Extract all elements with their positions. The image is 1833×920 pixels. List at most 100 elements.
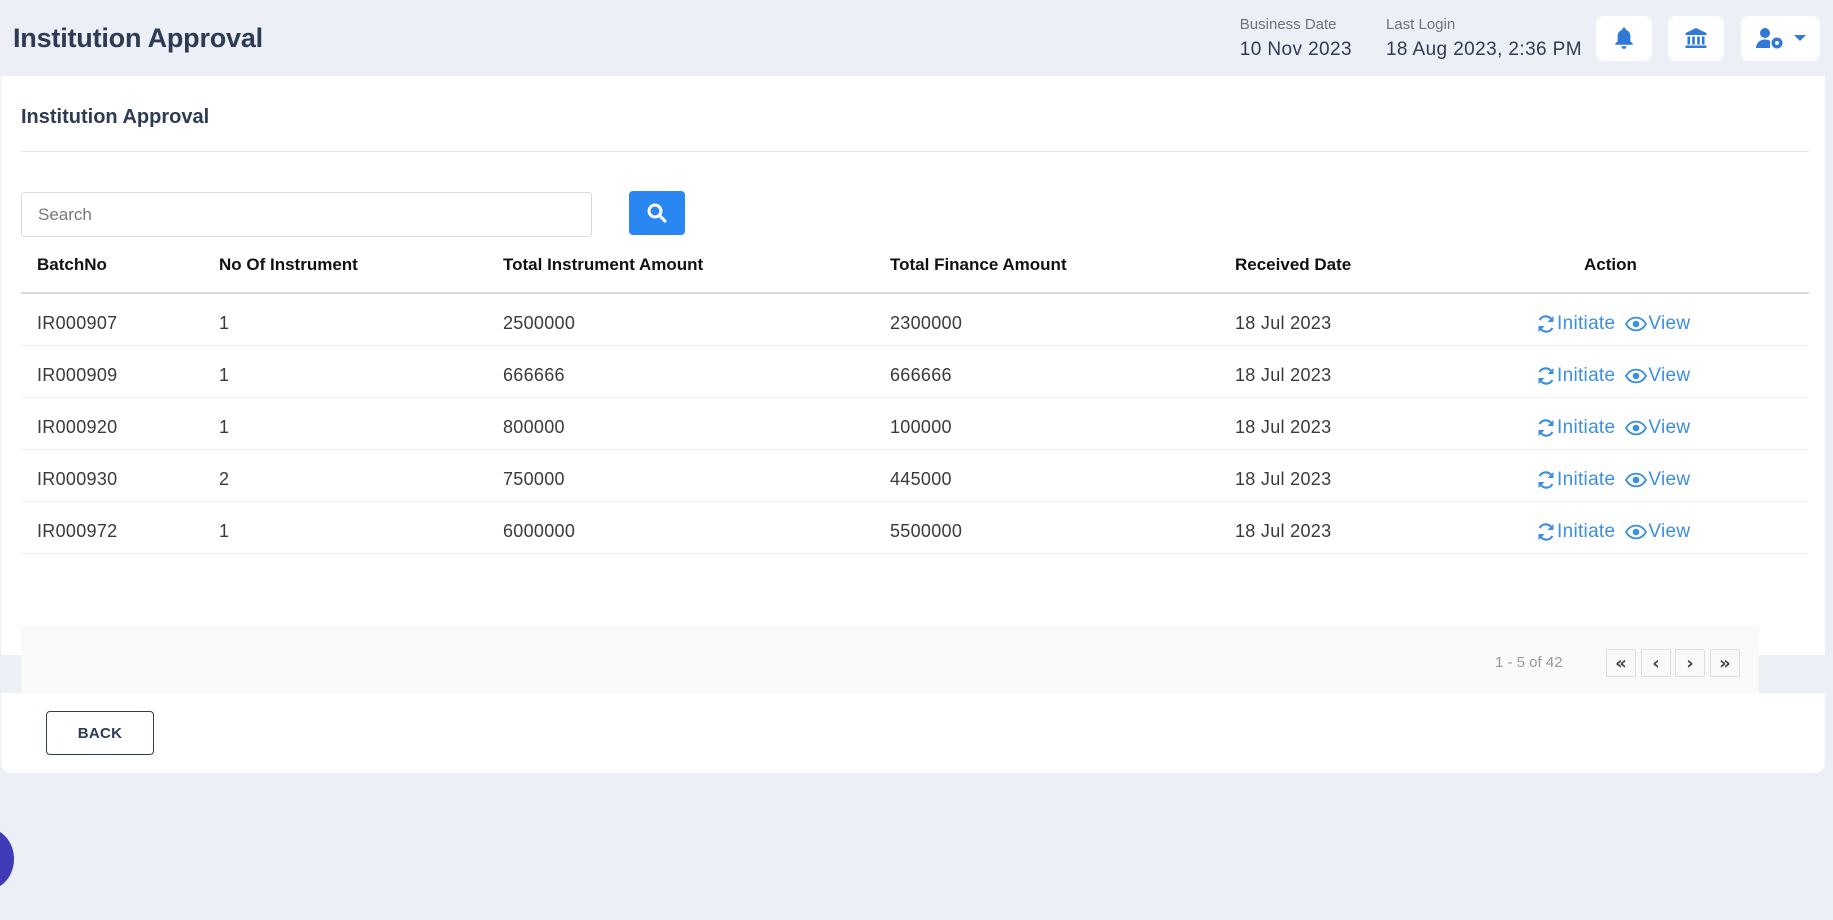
eye-icon	[1625, 472, 1648, 487]
top-bar: Institution Approval Business Date 10 No…	[0, 0, 1833, 76]
cell-finance-amount: 445000	[890, 469, 952, 489]
eye-icon	[1625, 316, 1648, 331]
refresh-icon	[1538, 418, 1554, 437]
view-link[interactable]: View	[1625, 521, 1690, 543]
eye-icon	[1625, 524, 1648, 539]
cell-action: Initiate View	[1536, 513, 1700, 543]
institution-button[interactable]	[1668, 15, 1724, 61]
user-settings-icon	[1755, 28, 1782, 49]
cell-count: 1	[219, 365, 230, 385]
view-label: View	[1648, 468, 1691, 490]
card-title: Institution Approval	[21, 106, 210, 128]
search-input[interactable]	[21, 192, 592, 237]
business-date-label: Business Date	[1239, 15, 1337, 33]
cell-action: Initiate View	[1536, 357, 1700, 387]
page-info: 1 - 5 of 42	[1495, 654, 1563, 671]
cell-batchno: IR000909	[37, 365, 118, 385]
col-total-instrument-amount[interactable]: Total Instrument Amount	[503, 255, 703, 275]
initiate-label: Initiate	[1557, 520, 1616, 542]
view-link[interactable]: View	[1625, 313, 1690, 335]
cell-instrument-amount: 6000000	[503, 521, 576, 541]
refresh-icon	[1538, 470, 1554, 489]
search-button[interactable]	[629, 191, 685, 235]
col-total-finance-amount[interactable]: Total Finance Amount	[890, 255, 1067, 275]
prev-page-button[interactable]: ‹	[1641, 649, 1671, 677]
footer-card: BACK	[1, 693, 1825, 773]
cell-batchno: IR000920	[37, 417, 118, 437]
view-label: View	[1648, 364, 1691, 386]
col-no-of-instrument[interactable]: No Of Instrument	[219, 255, 358, 275]
table-row: IR000907 1 2500000 2300000 18 Jul 2023 I…	[21, 294, 1809, 346]
bank-icon	[1685, 28, 1707, 48]
refresh-icon	[1538, 314, 1554, 333]
next-page-button[interactable]: ›	[1675, 649, 1705, 677]
initiate-link[interactable]: Initiate	[1536, 313, 1615, 335]
first-page-button[interactable]: «	[1606, 649, 1636, 677]
initiate-label: Initiate	[1557, 312, 1616, 334]
last-page-button[interactable]: »	[1710, 649, 1740, 677]
refresh-icon	[1538, 366, 1554, 385]
batch-table: BatchNo No Of Instrument Total Instrumen…	[21, 238, 1809, 554]
search-icon	[647, 203, 667, 223]
divider	[21, 151, 1809, 152]
cell-instrument-amount: 666666	[503, 365, 565, 385]
view-link[interactable]: View	[1625, 417, 1690, 439]
view-label: View	[1648, 520, 1691, 542]
top-bar-right: Business Date 10 Nov 2023 Last Login 18 …	[1240, 0, 1820, 76]
caret-down-icon	[1793, 35, 1806, 41]
col-received-date[interactable]: Received Date	[1235, 255, 1351, 275]
cell-batchno: IR000907	[37, 313, 118, 333]
business-date-value: 10 Nov 2023	[1239, 38, 1352, 60]
cell-received-date: 18 Jul 2023	[1235, 469, 1332, 489]
cell-count: 1	[219, 313, 230, 333]
back-button[interactable]: BACK	[46, 711, 154, 755]
refresh-icon	[1538, 522, 1554, 541]
cell-instrument-amount: 750000	[503, 469, 565, 489]
table-row: IR000909 1 666666 666666 18 Jul 2023 Ini…	[21, 346, 1809, 398]
cell-received-date: 18 Jul 2023	[1235, 521, 1332, 541]
table-header: BatchNo No Of Instrument Total Instrumen…	[21, 238, 1809, 294]
initiate-label: Initiate	[1557, 416, 1616, 438]
cell-batchno: IR000930	[37, 469, 118, 489]
table-row: IR000930 2 750000 445000 18 Jul 2023 Ini…	[21, 450, 1809, 502]
initiate-link[interactable]: Initiate	[1536, 365, 1615, 387]
business-date: Business Date 10 Nov 2023	[1240, 16, 1352, 61]
last-login: Last Login 18 Aug 2023, 2:36 PM	[1386, 16, 1582, 61]
table-row: IR000920 1 800000 100000 18 Jul 2023 Ini…	[21, 398, 1809, 450]
initiate-label: Initiate	[1557, 468, 1616, 490]
view-link[interactable]: View	[1625, 365, 1690, 387]
cell-instrument-amount: 800000	[503, 417, 565, 437]
cell-received-date: 18 Jul 2023	[1235, 313, 1332, 333]
view-label: View	[1648, 416, 1691, 438]
floating-chat-button[interactable]	[0, 828, 14, 890]
cell-received-date: 18 Jul 2023	[1235, 417, 1332, 437]
pagination-bar: 1 - 5 of 42 « ‹ › »	[21, 626, 1759, 701]
cell-received-date: 18 Jul 2023	[1235, 365, 1332, 385]
cell-finance-amount: 666666	[890, 365, 952, 385]
cell-finance-amount: 5500000	[890, 521, 963, 541]
page-title: Institution Approval	[13, 22, 263, 53]
last-login-label: Last Login	[1385, 15, 1456, 33]
initiate-link[interactable]: Initiate	[1536, 417, 1615, 439]
col-batchno[interactable]: BatchNo	[37, 255, 107, 275]
cell-action: Initiate View	[1536, 461, 1700, 491]
cell-batchno: IR000972	[37, 521, 118, 541]
view-label: View	[1648, 312, 1691, 334]
col-action: Action	[1584, 255, 1637, 274]
eye-icon	[1625, 420, 1648, 435]
cell-action: Initiate View	[1536, 409, 1700, 439]
cell-finance-amount: 100000	[890, 417, 952, 437]
cell-instrument-amount: 2500000	[503, 313, 576, 333]
cell-count: 2	[219, 469, 230, 489]
user-menu-button[interactable]	[1741, 15, 1820, 61]
approval-card: Institution Approval BatchNo No Of Instr…	[1, 76, 1825, 701]
initiate-link[interactable]: Initiate	[1536, 469, 1615, 491]
view-link[interactable]: View	[1625, 469, 1690, 491]
initiate-label: Initiate	[1557, 364, 1616, 386]
cell-action: Initiate View	[1536, 305, 1700, 335]
cell-count: 1	[219, 417, 230, 437]
initiate-link[interactable]: Initiate	[1536, 521, 1615, 543]
notifications-button[interactable]	[1596, 15, 1652, 61]
bell-icon	[1615, 27, 1633, 49]
last-login-value: 18 Aug 2023, 2:36 PM	[1385, 38, 1582, 60]
